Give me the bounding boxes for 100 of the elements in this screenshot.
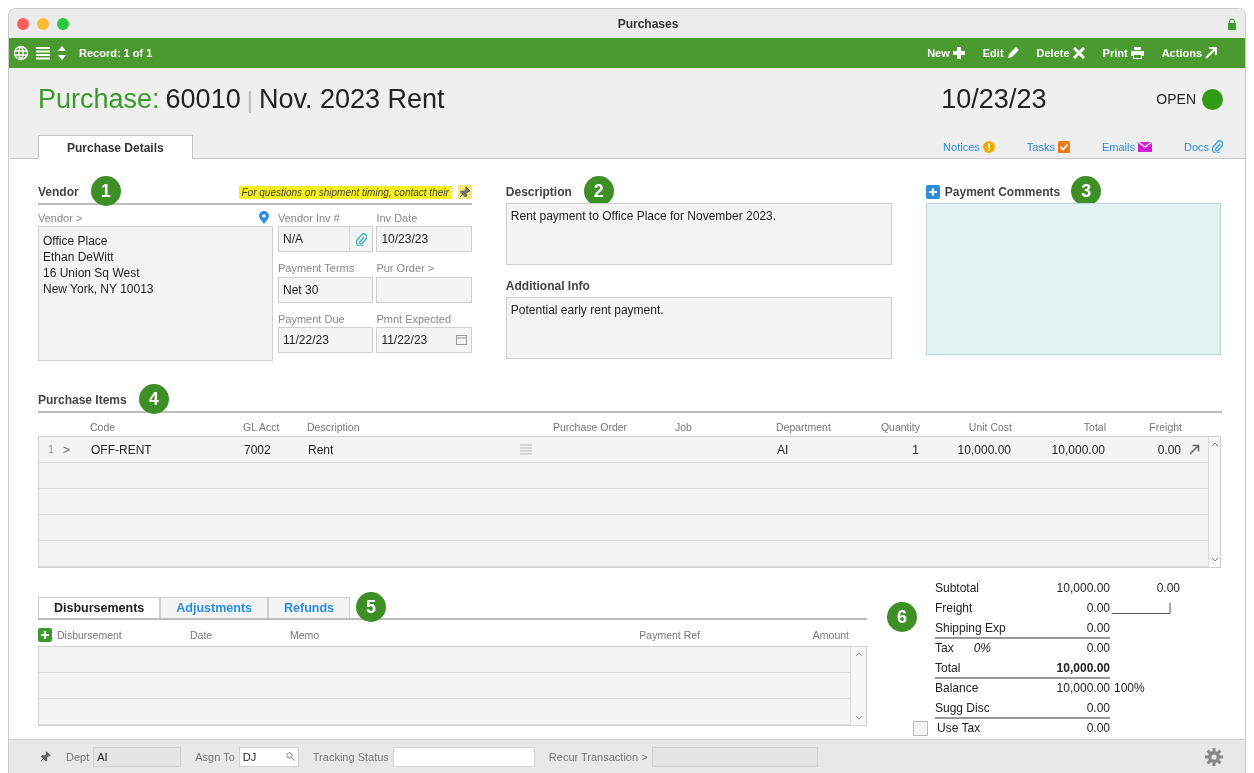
input-field[interactable]: Net 30: [278, 276, 374, 303]
total-label: Tax: [935, 641, 954, 655]
table-cell: 10,000.00: [957, 442, 1011, 457]
expand-toggle[interactable]: >: [63, 442, 91, 457]
arrow-icon: [1205, 47, 1217, 59]
total-label: Total: [935, 661, 961, 675]
scroll-down-icon[interactable]: [1210, 557, 1219, 563]
input-field[interactable]: [392, 746, 535, 767]
scroll-down-icon[interactable]: [854, 715, 863, 721]
step-badge: 1: [90, 176, 121, 206]
field-label: Asgn To: [195, 750, 235, 763]
additional-info-field[interactable]: Potential early rent payment.: [505, 297, 892, 359]
printer-icon: [1130, 47, 1144, 59]
field-label: Payment Due: [278, 311, 346, 327]
field-label: Vendor Inv #: [278, 210, 341, 226]
settings-icon[interactable]: [1205, 747, 1223, 766]
table-cell: AI: [777, 442, 789, 457]
toolbar-button[interactable]: Actions: [1157, 45, 1221, 61]
input-field[interactable]: DJ: [238, 746, 299, 767]
zoom-button[interactable]: [57, 17, 69, 30]
tab[interactable]: Adjustments: [160, 597, 268, 618]
checkbox[interactable]: [913, 720, 928, 736]
status-label: OPEN: [1156, 91, 1196, 107]
field-label: Pmnt Expected: [376, 311, 452, 327]
payment-comments-field[interactable]: [925, 203, 1221, 355]
tab[interactable]: Refunds: [268, 597, 350, 618]
total-label: Use Tax: [937, 721, 981, 735]
total-value: 0.00: [1085, 721, 1110, 735]
add-icon[interactable]: [925, 185, 940, 199]
location-pin-icon[interactable]: [259, 211, 269, 224]
calendar-icon[interactable]: [455, 335, 467, 346]
total-extra: 0.00: [1156, 581, 1180, 595]
globe-icon[interactable]: [13, 45, 29, 61]
column-header: Date: [190, 629, 213, 641]
section-heading: Purchase Items: [38, 393, 127, 407]
search-icon[interactable]: [285, 752, 295, 761]
scroll-up-icon[interactable]: [1210, 441, 1219, 447]
section-heading: Additional Info: [505, 279, 590, 293]
list-icon[interactable]: [35, 46, 51, 60]
pencil-icon: [1006, 47, 1019, 59]
scrollbar[interactable]: [850, 647, 866, 725]
header-link[interactable]: Notices: [943, 140, 995, 153]
section-heading: Description: [505, 185, 572, 199]
plus-icon: [952, 47, 965, 59]
vendor-notice: For questions on shipment timing, contact their: [238, 185, 452, 199]
vendor-address-field[interactable]: Office Place Ethan DeWitt 16 Union Sq West New York, NY 10013: [38, 226, 273, 361]
header-link[interactable]: Tasks: [1026, 140, 1070, 153]
toolbar-button[interactable]: Edit: [978, 45, 1023, 61]
table-cell: 10,000.00: [1051, 442, 1105, 457]
status-dot: [1202, 88, 1223, 110]
header-link[interactable]: Emails: [1101, 140, 1152, 153]
tab[interactable]: Purchase Details: [38, 135, 193, 159]
input-field[interactable]: 11/22/23: [278, 327, 374, 354]
total-label: Shipping Exp: [935, 621, 1006, 635]
field-label: Recur Transaction >: [548, 750, 648, 763]
step-badge: 6: [887, 602, 917, 632]
toolbar-button[interactable]: New: [923, 45, 969, 61]
column-header: Job: [675, 421, 693, 433]
column-header: Total: [1082, 421, 1106, 433]
up-down-icon[interactable]: [57, 45, 67, 61]
table-cell: OFF-RENT: [91, 442, 152, 457]
total-value: 0.00: [1085, 701, 1110, 715]
column-header: Amount: [812, 629, 849, 641]
column-header: Memo: [290, 629, 320, 641]
field-label: Pur Order >: [376, 261, 436, 277]
section-heading: Payment Comments: [944, 185, 1061, 199]
lock-icon: [1227, 17, 1237, 30]
column-header: Purchase Order: [553, 421, 629, 433]
close-button[interactable]: [17, 17, 29, 30]
leader-line: [1110, 602, 1172, 616]
toolbar-button[interactable]: Delete: [1032, 45, 1089, 61]
input-field[interactable]: AI: [93, 746, 182, 767]
pin-icon[interactable]: [39, 750, 52, 763]
toolbar-button[interactable]: Print: [1098, 45, 1148, 61]
step-badge: 4: [138, 384, 169, 414]
scrollbar[interactable]: [1208, 437, 1220, 567]
window-title: Purchases: [616, 16, 680, 31]
pin-icon[interactable]: [457, 185, 472, 199]
description-field[interactable]: Rent payment to Office Place for November 2023.: [505, 203, 892, 265]
field-label: Inv Date: [376, 210, 419, 226]
header-link[interactable]: Docs: [1183, 140, 1223, 153]
cross-icon: [1072, 47, 1085, 59]
column-header: Disbursement: [57, 629, 122, 641]
tab[interactable]: Disbursements: [38, 597, 161, 618]
scroll-up-icon[interactable]: [854, 651, 863, 657]
column-header: Quantity: [879, 421, 920, 433]
total-label: Balance: [935, 681, 979, 695]
add-icon[interactable]: [38, 628, 52, 642]
field-label[interactable]: Vendor >: [38, 211, 83, 224]
envelope-icon: [1137, 141, 1152, 152]
total-value: 10,000.00: [1055, 681, 1110, 695]
total-value: 10,000.00: [1055, 661, 1110, 675]
input-field[interactable]: 10/23/23: [376, 226, 472, 252]
column-header: Department: [776, 421, 832, 433]
input-field[interactable]: [376, 276, 472, 303]
step-badge: 3: [1071, 176, 1102, 206]
purchase-number: 60010: [165, 83, 241, 115]
open-arrow-icon[interactable]: [1189, 444, 1200, 455]
date-field[interactable]: 11/22/23: [376, 327, 472, 354]
alert-icon: [982, 140, 995, 153]
